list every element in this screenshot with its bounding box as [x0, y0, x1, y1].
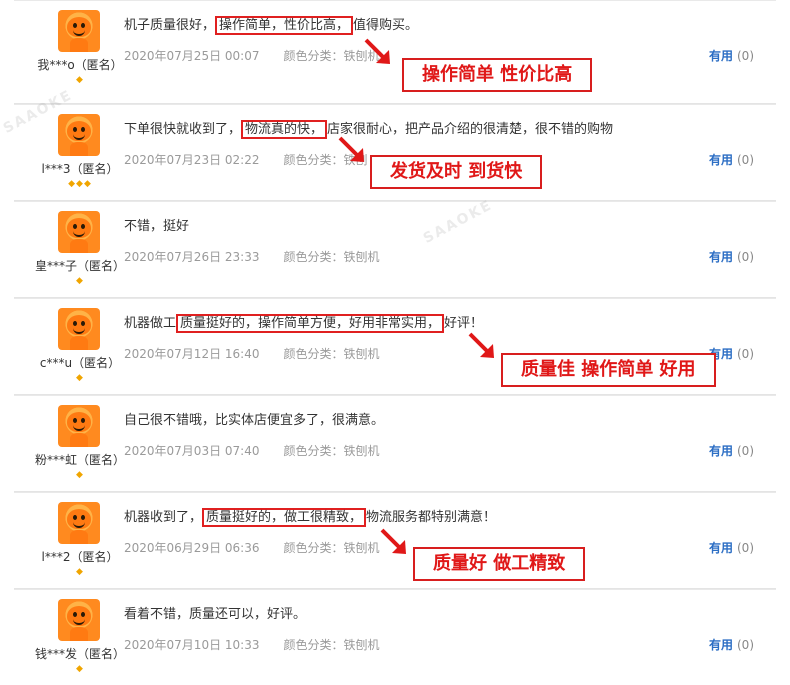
avatar [58, 308, 100, 350]
useful-button[interactable]: 有用 (0) [709, 47, 754, 64]
useful-label[interactable]: 有用 [709, 444, 733, 458]
review-category: 颜色分类：铁刨机 [283, 444, 380, 458]
review-meta: 2020年07月03日 07:40 颜色分类：铁刨机 [124, 442, 380, 459]
buyer-level-badge: ◆ [76, 373, 84, 383]
useful-count: (0) [737, 541, 754, 555]
review-item: 粉***虹（匿名） ◆ 自己很不错哦，比实体店便宜多了，很满意。 2020年07… [14, 395, 776, 492]
review-date: 2020年07月26日 23:33 [124, 250, 260, 264]
review-meta: 2020年07月12日 16:40 颜色分类：铁刨机 [124, 345, 380, 362]
useful-button[interactable]: 有用 (0) [709, 151, 754, 168]
useful-count: (0) [737, 444, 754, 458]
avatar [58, 10, 100, 52]
useful-label[interactable]: 有用 [709, 250, 733, 264]
buyer-level-badge: ◆◆◆ [68, 179, 92, 189]
useful-button[interactable]: 有用 (0) [709, 442, 754, 459]
review-text-part: 机子质量很好， [124, 18, 216, 33]
avatar [58, 114, 100, 156]
review-meta: 2020年07月25日 00:07 颜色分类：铁刨机 [124, 47, 380, 64]
callout-box: 发货及时 到货快 [370, 155, 543, 189]
avatar [58, 211, 100, 253]
useful-count: (0) [737, 49, 754, 63]
review-item: 皇***子（匿名） ◆ 不错，挺好 2020年07月26日 23:33 颜色分类：… [14, 201, 776, 298]
buyer-level-badge: ◆ [76, 567, 84, 577]
review-text-part: 下单很快就收到了， [124, 122, 242, 137]
useful-button[interactable]: 有用 (0) [709, 539, 754, 556]
review-date: 2020年07月12日 16:40 [124, 347, 260, 361]
buyer-level-badge: ◆ [76, 276, 84, 286]
useful-button[interactable]: 有用 (0) [709, 248, 754, 265]
useful-button[interactable]: 有用 (0) [709, 636, 754, 653]
review-list: 我***o（匿名） ◆ 机子质量很好， 操作简单，性价比高， 值得购买。 2020年… [14, 0, 776, 685]
review-text: 自己很不错哦，比实体店便宜多了，很满意。 [124, 413, 385, 428]
buyer-level-badge: ◆ [76, 470, 84, 480]
useful-label[interactable]: 有用 [709, 638, 733, 652]
avatar [58, 502, 100, 544]
arrow-icon [364, 38, 390, 64]
review-date: 2020年07月10日 10:33 [124, 638, 260, 652]
reviewer-name[interactable]: 我***o（匿名） [30, 56, 130, 73]
useful-count: (0) [737, 638, 754, 652]
review-item: 钱***发（匿名） ◆ 看着不错，质量还可以，好评。 2020年07月10日 1… [14, 589, 776, 685]
reviewer-name[interactable]: 钱***发（匿名） [30, 645, 130, 662]
review-meta: 2020年07月26日 23:33 颜色分类：铁刨机 [124, 248, 380, 265]
review-text-part: 值得购买。 [353, 18, 419, 33]
callout-box: 质量好 做工精致 [413, 547, 586, 581]
review-category: 颜色分类：铁刨机 [283, 250, 380, 264]
review-text: 不错，挺好 [124, 219, 190, 234]
review-text-highlight: 质量挺好的，操作简单方便，好用非常实用， [176, 314, 445, 333]
callout-box: 质量佳 操作简单 好用 [501, 353, 716, 387]
useful-label[interactable]: 有用 [709, 49, 733, 63]
review-date: 2020年06月29日 06:36 [124, 541, 260, 555]
reviewer-name[interactable]: l***2（匿名） [30, 548, 130, 565]
avatar [58, 599, 100, 641]
review-text: 机子质量很好， 操作简单，性价比高， 值得购买。 [124, 14, 419, 35]
buyer-level-badge: ◆ [76, 75, 84, 85]
useful-count: (0) [737, 347, 754, 361]
arrow-icon [380, 528, 406, 554]
review-date: 2020年07月23日 02:22 [124, 153, 260, 167]
reviewer-name[interactable]: l***3（匿名） [30, 160, 130, 177]
review-category: 颜色分类：铁刨机 [283, 347, 380, 361]
useful-label[interactable]: 有用 [709, 153, 733, 167]
review-text: 机器做工 质量挺好的，操作简单方便，好用非常实用， 好评！ [124, 312, 484, 333]
useful-count: (0) [737, 250, 754, 264]
reviewer-name[interactable]: 皇***子（匿名） [30, 257, 130, 274]
review-date: 2020年07月03日 07:40 [124, 444, 260, 458]
review-meta: 2020年07月23日 02:22 颜色分类：铁刨 [124, 151, 368, 168]
review-text-part: 好评！ [444, 316, 484, 331]
arrow-icon [338, 136, 364, 162]
review-text-highlight: 质量挺好的，做工很精致， [202, 508, 367, 527]
reviewer-name[interactable]: 粉***虹（匿名） [30, 451, 130, 468]
review-text-part: 机器收到了， [124, 510, 203, 525]
review-text-highlight: 操作简单，性价比高， [215, 16, 354, 35]
review-category: 颜色分类：铁刨机 [283, 541, 380, 555]
review-text-part: 物流服务都特别满意！ [366, 510, 497, 525]
callout-box: 操作简单 性价比高 [402, 58, 593, 92]
buyer-level-badge: ◆ [76, 664, 84, 674]
review-text: 机器收到了， 质量挺好的，做工很精致， 物流服务都特别满意！ [124, 506, 497, 527]
reviewer-name[interactable]: c***u（匿名） [30, 354, 130, 371]
review-meta: 2020年07月10日 10:33 颜色分类：铁刨机 [124, 636, 380, 653]
useful-label[interactable]: 有用 [709, 541, 733, 555]
review-date: 2020年07月25日 00:07 [124, 49, 260, 63]
review-category: 颜色分类：铁刨机 [283, 638, 380, 652]
review-text: 看着不错，质量还可以，好评。 [124, 607, 307, 622]
useful-count: (0) [737, 153, 754, 167]
avatar [58, 405, 100, 447]
review-text-highlight: 物流真的快， [241, 120, 328, 139]
review-meta: 2020年06月29日 06:36 颜色分类：铁刨机 [124, 539, 380, 556]
review-text-part: 机器做工 [124, 316, 177, 331]
arrow-icon [468, 332, 494, 358]
useful-button[interactable]: 有用 (0) [709, 345, 754, 362]
